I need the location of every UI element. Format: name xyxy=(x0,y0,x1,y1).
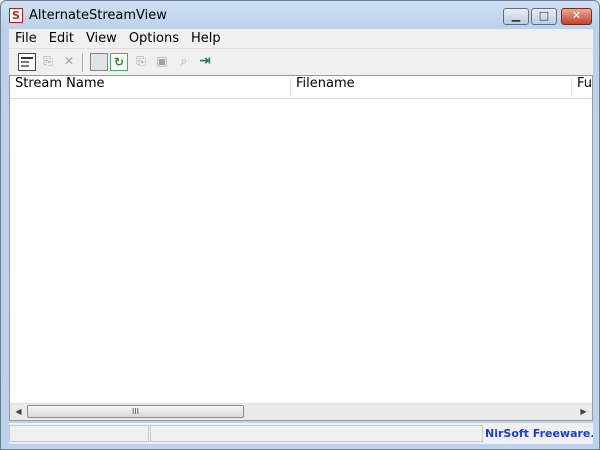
menu-help[interactable]: Help xyxy=(185,31,227,46)
delete-icon[interactable]: ✕ xyxy=(60,53,78,71)
status-panel-info xyxy=(150,425,483,442)
exit-icon[interactable]: ⇥ xyxy=(196,53,214,71)
menu-options[interactable]: Options xyxy=(123,31,185,46)
close-button[interactable]: ✕ xyxy=(561,8,592,25)
refresh-icon[interactable]: ↻ xyxy=(110,53,128,71)
copy-extract-icon[interactable]: ⎘ xyxy=(39,53,57,71)
find-icon[interactable]: ⌕ xyxy=(175,53,193,71)
window-title: AlternateStreamView xyxy=(29,8,167,23)
title-bar[interactable]: S AlternateStreamView ▁ □ ✕ xyxy=(1,1,599,29)
minimize-button[interactable]: ▁ xyxy=(503,8,529,25)
menu-view[interactable]: View xyxy=(80,31,123,46)
toolbar-separator xyxy=(82,53,83,72)
properties-icon[interactable] xyxy=(18,53,36,71)
menu-file[interactable]: File xyxy=(9,31,43,46)
maximize-button[interactable]: □ xyxy=(531,8,557,25)
stream-list[interactable]: Stream Name Filename Full ◀ III ▶ xyxy=(9,75,593,421)
menu-edit[interactable]: Edit xyxy=(43,31,80,46)
nirsoft-link[interactable]: NirSoft Freeware. htt xyxy=(485,425,593,442)
horizontal-scrollbar[interactable]: ◀ III ▶ xyxy=(10,403,592,420)
status-panel-count xyxy=(9,425,149,442)
status-bar: NirSoft Freeware. htt xyxy=(9,423,593,444)
app-icon: S xyxy=(9,8,23,23)
scroll-left-icon[interactable]: ◀ xyxy=(10,404,27,420)
scroll-thumb[interactable]: III xyxy=(27,405,244,418)
app-window: S AlternateStreamView ▁ □ ✕ File Edit Vi… xyxy=(0,0,600,450)
scroll-right-icon[interactable]: ▶ xyxy=(575,404,592,420)
options-icon[interactable]: ▣ xyxy=(153,53,171,71)
column-header-filename[interactable]: Filename xyxy=(291,76,571,98)
copy-icon[interactable]: ⎘ xyxy=(132,53,150,71)
column-header-stream-name[interactable]: Stream Name xyxy=(10,76,290,98)
column-header-full-path[interactable]: Full xyxy=(572,76,592,98)
toolbar: ⎘ ✕ ↻ ⎘ ▣ ⌕ ⇥ xyxy=(9,48,593,75)
menu-bar: File Edit View Options Help xyxy=(9,29,593,48)
list-header: Stream Name Filename Full xyxy=(10,76,592,99)
save-icon[interactable] xyxy=(90,53,108,71)
